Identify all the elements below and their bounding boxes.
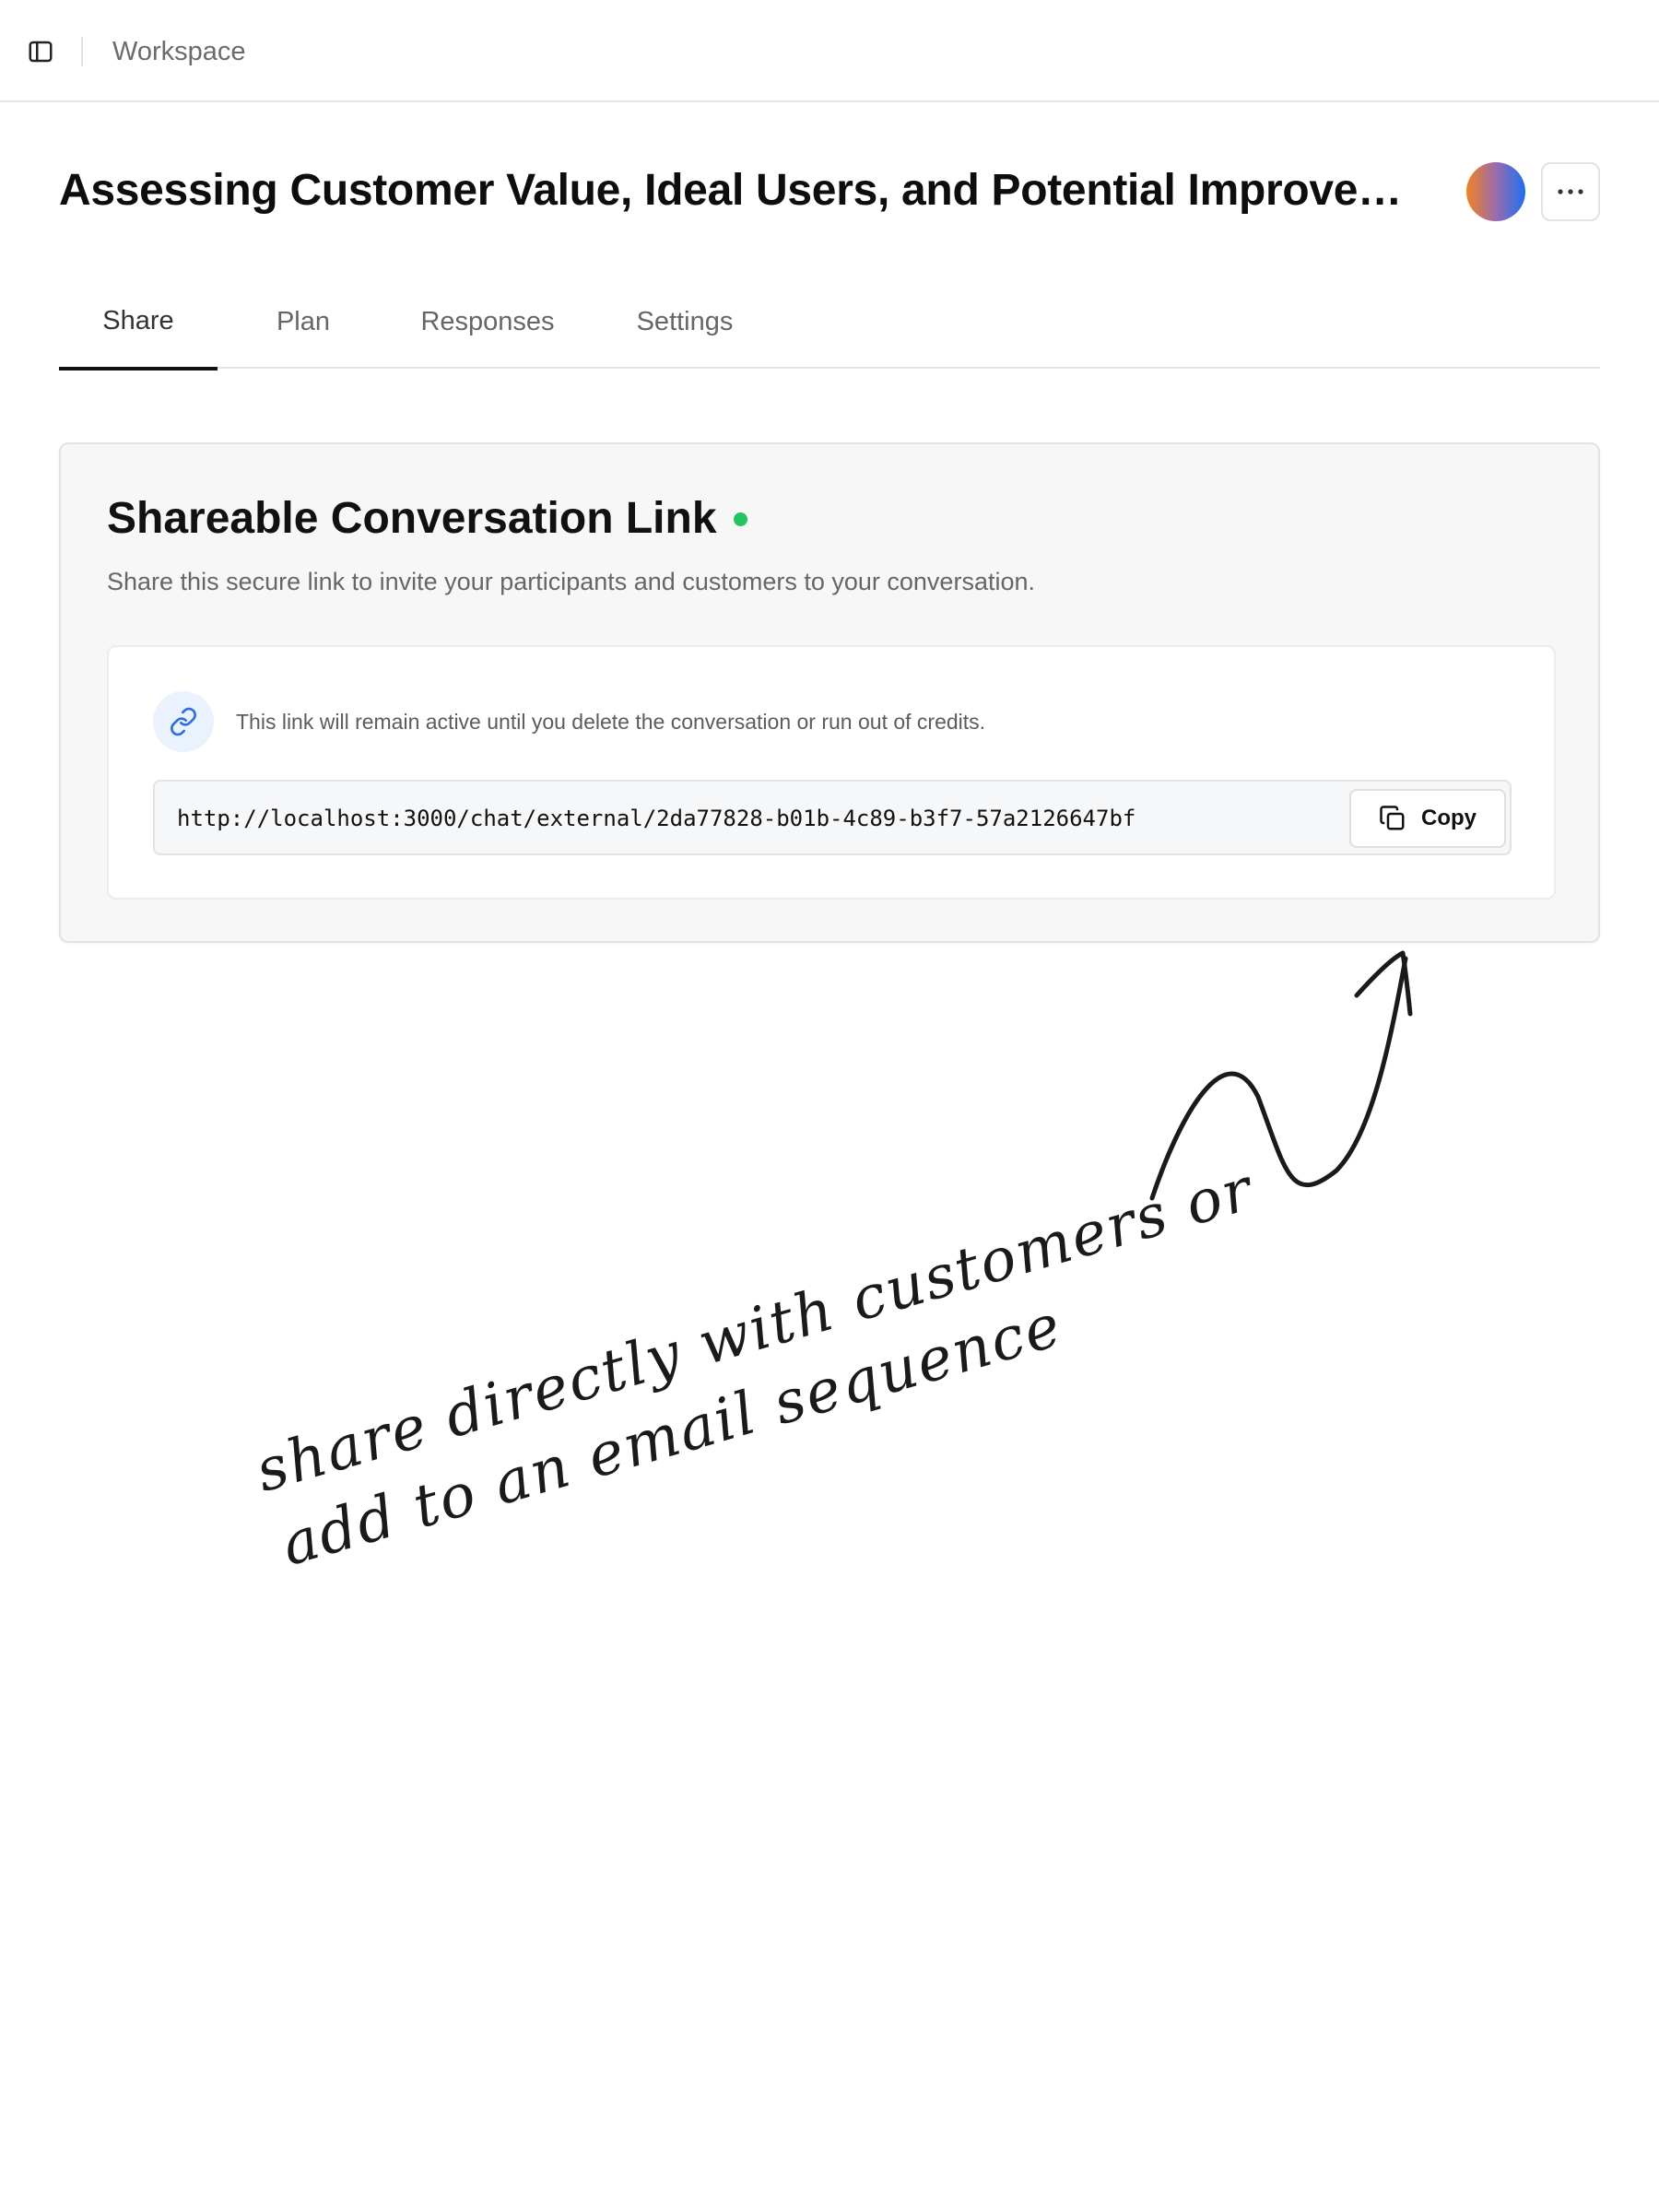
tab-bar: Share Plan Responses Settings xyxy=(59,286,1600,371)
avatar[interactable] xyxy=(1466,162,1525,221)
tab-plan[interactable]: Plan xyxy=(243,286,363,369)
breadcrumb-workspace[interactable]: Workspace xyxy=(112,35,246,68)
copy-icon xyxy=(1380,806,1405,830)
copy-label: Copy xyxy=(1421,806,1477,830)
link-icon xyxy=(153,691,214,752)
more-options-button[interactable] xyxy=(1541,162,1600,221)
tab-settings[interactable]: Settings xyxy=(606,286,763,369)
tab-responses[interactable]: Responses xyxy=(400,286,575,369)
card-title: Shareable Conversation Link xyxy=(107,492,747,546)
card-title-text: Shareable Conversation Link xyxy=(107,494,717,543)
copy-button[interactable]: Copy xyxy=(1349,789,1506,848)
sidebar-toggle-icon[interactable] xyxy=(24,35,57,68)
tab-share[interactable]: Share xyxy=(59,286,218,371)
ellipsis-icon xyxy=(1558,189,1583,194)
status-dot xyxy=(733,512,747,526)
share-url-field[interactable]: http://localhost:3000/chat/external/2da7… xyxy=(153,780,1512,855)
annotation-line-1: share directly with customers or xyxy=(248,1155,1262,1506)
page-title: Assessing Customer Value, Ideal Users, a… xyxy=(59,166,1423,215)
share-link-card: Shareable Conversation Link Share this s… xyxy=(59,442,1600,943)
topbar-divider xyxy=(81,37,83,66)
top-bar: Workspace xyxy=(0,0,1659,102)
link-panel: This link will remain active until you d… xyxy=(107,645,1556,900)
share-url[interactable]: http://localhost:3000/chat/external/2da7… xyxy=(177,804,1135,833)
card-description: Share this secure link to invite your pa… xyxy=(107,568,1035,595)
link-notice: This link will remain active until you d… xyxy=(236,710,986,734)
